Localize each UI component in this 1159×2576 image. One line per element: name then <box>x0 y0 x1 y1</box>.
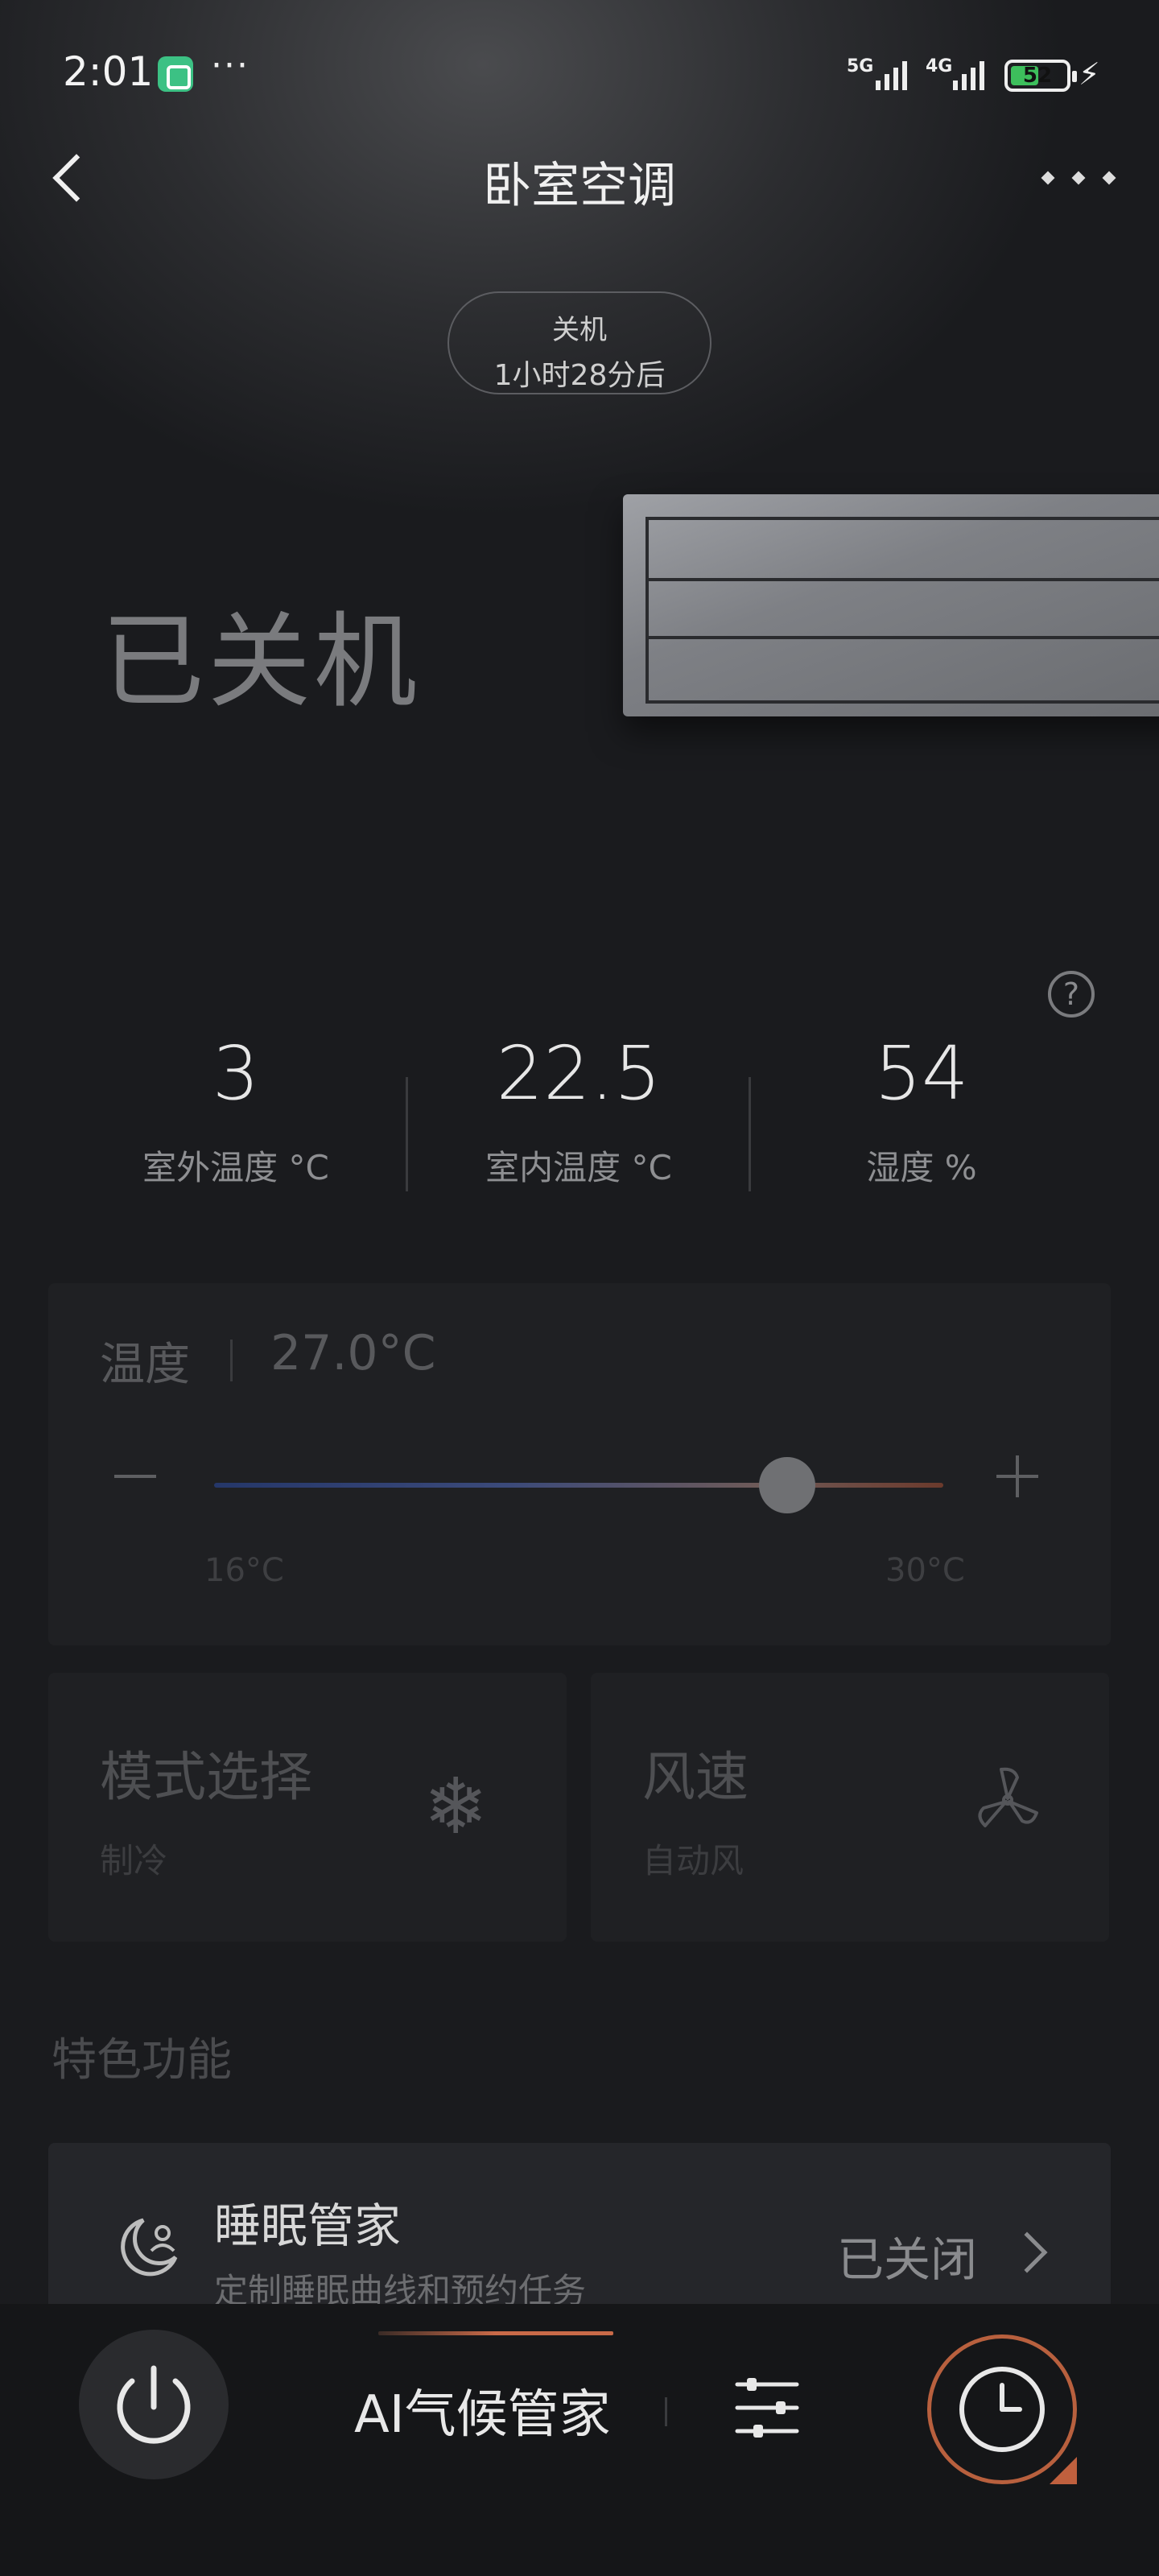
decrease-temperature-button[interactable] <box>111 1452 159 1501</box>
more-notifications-icon: ··· <box>211 45 250 86</box>
stat-value: 3 <box>212 1030 260 1117</box>
signal-bars-icon <box>953 58 984 90</box>
temperature-min-label: 16°C <box>204 1552 284 1589</box>
bottom-separator <box>665 2397 667 2426</box>
temperature-value: 27.0°C <box>270 1325 436 1381</box>
power-icon <box>117 2365 191 2444</box>
humidity-stat: 54 湿度 % <box>750 1030 1093 1190</box>
stat-label: 室内温度 °C <box>485 1148 672 1187</box>
charging-bolt-icon: ⚡ <box>1079 56 1100 92</box>
settings-sliders-icon[interactable] <box>731 2372 803 2444</box>
signal-bars-icon <box>876 58 907 90</box>
status-bar: 2:01 ··· 5G 4G 52 ⚡ <box>0 0 1159 145</box>
mi-home-app-icon <box>158 56 193 92</box>
mode-value: 制冷 <box>100 1841 168 1880</box>
special-features-heading: 特色功能 <box>52 2034 232 2087</box>
bottom-bar: AI气候管家 <box>0 2304 1159 2576</box>
ac-panel <box>645 517 1159 704</box>
ai-climate-manager-tab[interactable]: AI气候管家 <box>354 2373 611 2447</box>
chevron-right-icon <box>1006 2231 1048 2273</box>
signal-5g-label: 5G <box>847 56 874 76</box>
more-options-button[interactable] <box>1038 158 1119 198</box>
stat-label: 室外温度 °C <box>142 1148 329 1187</box>
dot-icon <box>1102 171 1116 185</box>
air-conditioner-image <box>623 494 1159 716</box>
ac-slat <box>649 578 1159 581</box>
sleep-manager-title: 睡眠管家 <box>214 2198 402 2253</box>
temperature-card: 温度 27.0°C 16°C 30°C <box>48 1283 1111 1645</box>
indoor-temp-stat: 22.5 室内温度 °C <box>407 1030 750 1190</box>
sleep-manager-status: 已关闭 <box>837 2232 978 2287</box>
temperature-slider-thumb[interactable] <box>758 1457 815 1513</box>
help-icon[interactable]: ? <box>1048 971 1095 1018</box>
status-time: 2:01 <box>63 48 154 95</box>
battery-icon: 52 <box>1004 60 1077 92</box>
dot-icon <box>1041 171 1055 185</box>
power-state-label: 已关机 <box>101 602 421 722</box>
signal-4g-label: 4G <box>926 56 953 76</box>
fan-value: 自动风 <box>642 1841 744 1880</box>
temperature-label: 温度 <box>100 1339 190 1391</box>
stat-label: 湿度 % <box>866 1148 977 1187</box>
ai-tab-indicator <box>378 2331 613 2335</box>
page-title: 卧室空调 <box>483 158 676 214</box>
clock-icon <box>959 2367 1045 2452</box>
fan-icon <box>978 1767 1038 1827</box>
timer-remaining: 1小时28分后 <box>493 359 666 392</box>
sleep-manager-card[interactable]: 睡眠管家 定制睡眠曲线和预约任务 已关闭 <box>48 2143 1111 2304</box>
timer-corner-marker <box>1050 2457 1077 2484</box>
stat-value: 54 <box>874 1030 969 1117</box>
ac-slat <box>649 636 1159 639</box>
increase-temperature-button[interactable] <box>993 1452 1041 1501</box>
moon-person-icon <box>121 2218 178 2277</box>
shutdown-timer-pill[interactable]: 关机 1小时28分后 <box>448 291 711 394</box>
power-button[interactable] <box>79 2330 229 2479</box>
fan-title: 风速 <box>642 1746 749 1808</box>
temperature-max-label: 30°C <box>885 1552 965 1589</box>
mode-title: 模式选择 <box>100 1746 312 1808</box>
sleep-manager-description: 定制睡眠曲线和预约任务 <box>214 2271 587 2304</box>
snowflake-icon: ❄ <box>423 1761 489 1852</box>
dot-icon <box>1071 171 1086 185</box>
fan-speed-card[interactable]: 风速 自动风 <box>591 1673 1109 1942</box>
battery-level: 52 <box>1022 64 1053 88</box>
outdoor-temp-stat: 3 室外温度 °C <box>64 1030 407 1190</box>
stat-value: 22.5 <box>496 1030 662 1117</box>
mode-select-card[interactable]: 模式选择 制冷 ❄ <box>48 1673 567 1942</box>
timer-action: 关机 <box>552 314 607 346</box>
temperature-separator <box>230 1340 233 1381</box>
temperature-slider[interactable] <box>214 1457 943 1513</box>
app-screen: 2:01 ··· 5G 4G 52 ⚡ 卧室空调 关机 1小时28分后 已关机 <box>0 0 1159 2576</box>
